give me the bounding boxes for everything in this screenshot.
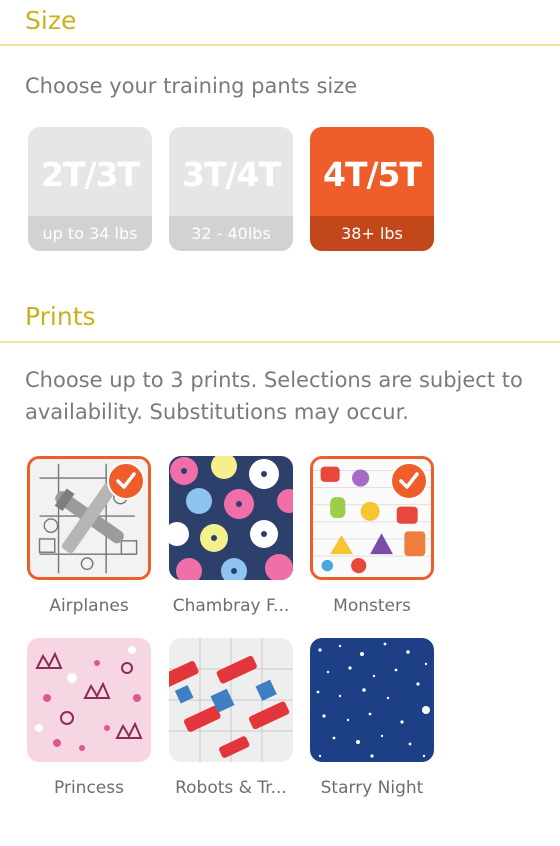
print-label: Monsters	[333, 596, 411, 616]
size-option-range: 38+ lbs	[310, 216, 434, 251]
prints-description: Choose up to 3 prints. Selections are su…	[25, 368, 523, 424]
size-option-label: 2T/3T	[41, 155, 140, 194]
size-option-range: 32 - 40lbs	[169, 216, 293, 251]
size-option-4t5t[interactable]: 4T/5T 38+ lbs	[310, 127, 434, 251]
print-label: Airplanes	[49, 596, 129, 616]
checkmark-icon	[390, 462, 428, 500]
print-label: Starry Night	[320, 778, 424, 798]
print-label: Chambray F...	[172, 596, 290, 616]
print-thumbnail-chambray-floral	[169, 456, 293, 580]
checkmark-icon	[107, 462, 145, 500]
prints-heading: Prints	[25, 302, 96, 331]
prints-divider	[0, 341, 560, 343]
print-label: Robots & Tr...	[175, 778, 287, 798]
size-option-label: 4T/5T	[323, 155, 422, 194]
size-divider	[0, 44, 560, 46]
print-thumbnail-starry-night	[310, 638, 434, 762]
size-option-3t4t[interactable]: 3T/4T 32 - 40lbs	[169, 127, 293, 251]
print-label: Princess	[54, 778, 124, 798]
size-heading: Size	[25, 6, 77, 35]
size-option-range: up to 34 lbs	[28, 216, 152, 251]
size-option-label: 3T/4T	[182, 155, 281, 194]
print-thumbnail-princess	[27, 638, 151, 762]
size-description: Choose your training pants size	[25, 74, 358, 98]
print-thumbnail-robots-trucks	[169, 638, 293, 762]
size-option-2t3t[interactable]: 2T/3T up to 34 lbs	[28, 127, 152, 251]
